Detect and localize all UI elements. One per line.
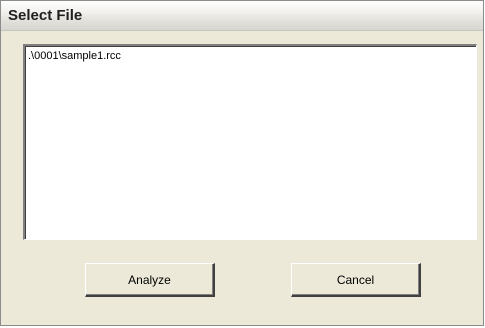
dialog-title: Select File [8, 7, 83, 24]
list-item[interactable]: .\0001\sample1.rcc [28, 50, 121, 63]
analyze-button[interactable]: Analyze [85, 263, 215, 297]
select-file-dialog: Select File .\0001\sample1.rcc Analyze C… [0, 0, 484, 326]
cancel-button[interactable]: Cancel [291, 263, 421, 297]
file-listbox[interactable]: .\0001\sample1.rcc [23, 44, 477, 240]
title-bar[interactable]: Select File [1, 1, 483, 31]
